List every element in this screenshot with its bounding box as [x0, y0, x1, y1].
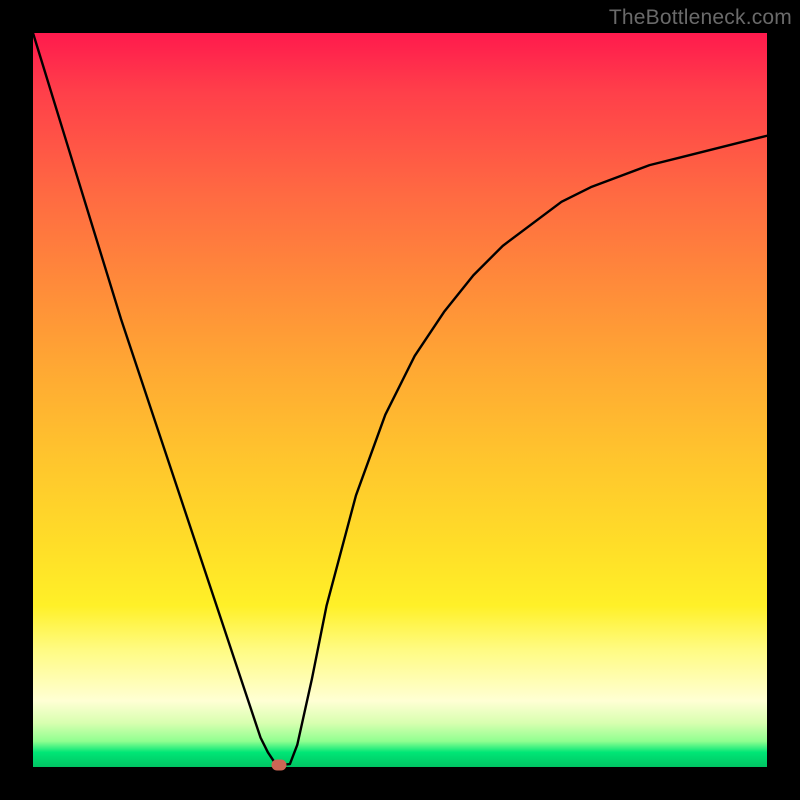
optimum-marker: [271, 759, 286, 770]
outer-frame: TheBottleneck.com: [0, 0, 800, 800]
plot-area: [33, 33, 767, 767]
watermark-text: TheBottleneck.com: [609, 6, 792, 30]
bottleneck-curve: [33, 33, 767, 767]
